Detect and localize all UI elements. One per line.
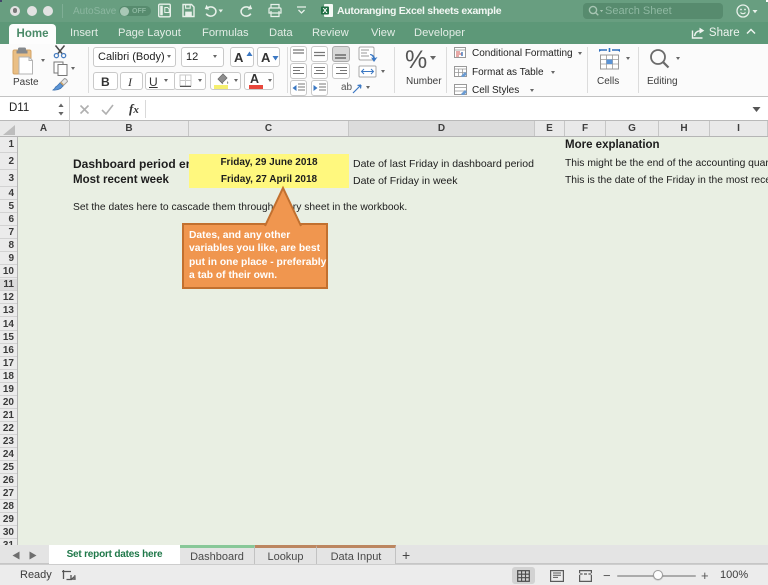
svg-text:X: X (322, 6, 327, 15)
